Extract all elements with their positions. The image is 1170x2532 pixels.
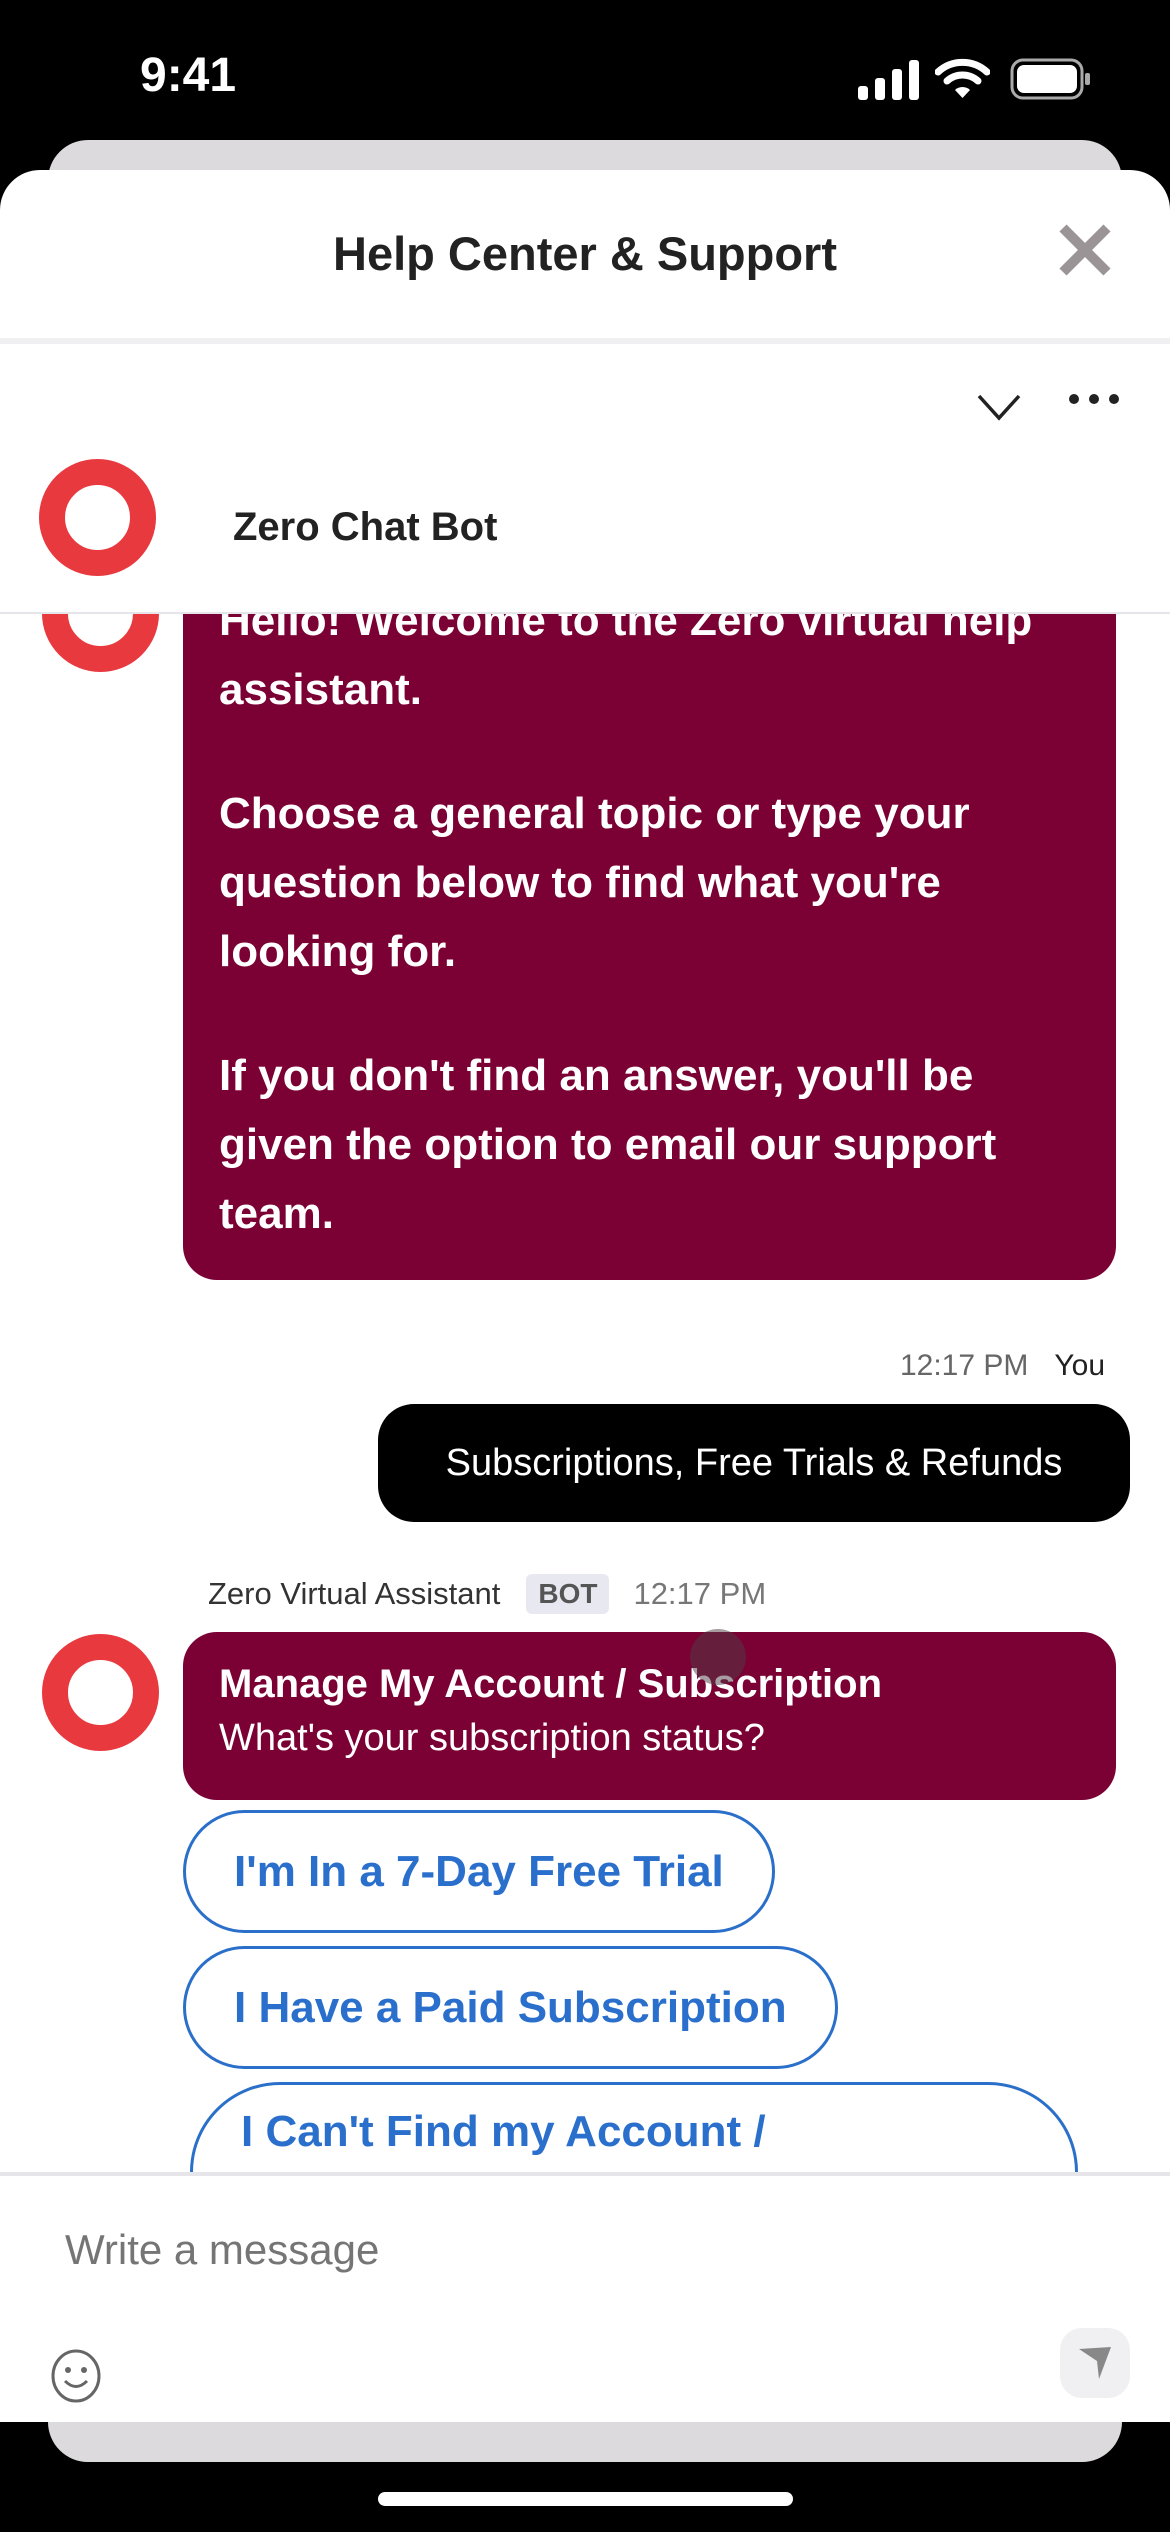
bot-badge: BOT: [526, 1574, 610, 1614]
sender-name: You: [1054, 1349, 1105, 1382]
option-cant-find-account-button[interactable]: I Can't Find my Account /: [190, 2082, 1078, 2172]
wifi-icon: [935, 58, 990, 98]
signal-icon: [858, 60, 919, 100]
bot-avatar: [42, 1634, 159, 1751]
home-indicator: [378, 2492, 793, 2506]
bot-message-meta: Zero Virtual Assistant BOT 12:17 PM: [208, 1574, 766, 1614]
bot-name: Zero Chat Bot: [233, 505, 498, 549]
user-message: Subscriptions, Free Trials & Refunds: [378, 1404, 1130, 1522]
battery-icon: [1010, 58, 1090, 100]
message-input[interactable]: [65, 2226, 1065, 2274]
sender-name: Zero Virtual Assistant: [208, 1576, 501, 1611]
chat-thread[interactable]: Hello! Welcome to the Zero virtual help …: [0, 612, 1170, 2172]
bot-avatar: [42, 614, 159, 672]
message-composer: [0, 2172, 1170, 2422]
message-text: What's your subscription status?: [219, 1717, 765, 1759]
timestamp: 12:17 PM: [633, 1576, 767, 1611]
bot-avatar: [39, 459, 156, 576]
user-message-meta: 12:17 PM You: [900, 1349, 1105, 1383]
close-icon[interactable]: [1055, 220, 1115, 280]
message-paragraph: Hello! Welcome to the Zero virtual help …: [219, 612, 1033, 714]
page-title: Help Center & Support: [333, 227, 837, 280]
option-free-trial-button[interactable]: I'm In a 7-Day Free Trial: [183, 1810, 775, 1933]
status-time: 9:41: [140, 49, 237, 102]
send-button[interactable]: [1060, 2328, 1130, 2398]
chevron-down-icon[interactable]: [975, 392, 1023, 422]
message-title: Manage My Account / Subscription: [219, 1662, 883, 1706]
option-paid-subscription-button[interactable]: I Have a Paid Subscription: [183, 1946, 838, 2069]
emoji-icon[interactable]: [50, 2348, 102, 2404]
divider: [0, 338, 1170, 344]
touch-indicator: [690, 1629, 746, 1685]
send-icon: [1079, 2347, 1111, 2379]
more-icon[interactable]: [1068, 392, 1120, 406]
welcome-message: Hello! Welcome to the Zero virtual help …: [183, 612, 1116, 1280]
bot-message: Manage My Account / Subscription What's …: [183, 1632, 1116, 1800]
timestamp: 12:17 PM: [899, 1349, 1029, 1382]
message-paragraph: Choose a general topic or type your ques…: [219, 789, 970, 976]
message-paragraph: If you don't find an answer, you'll be g…: [219, 1051, 997, 1238]
help-sheet: Help Center & Support Zero Chat Bot Hell…: [0, 170, 1170, 2422]
